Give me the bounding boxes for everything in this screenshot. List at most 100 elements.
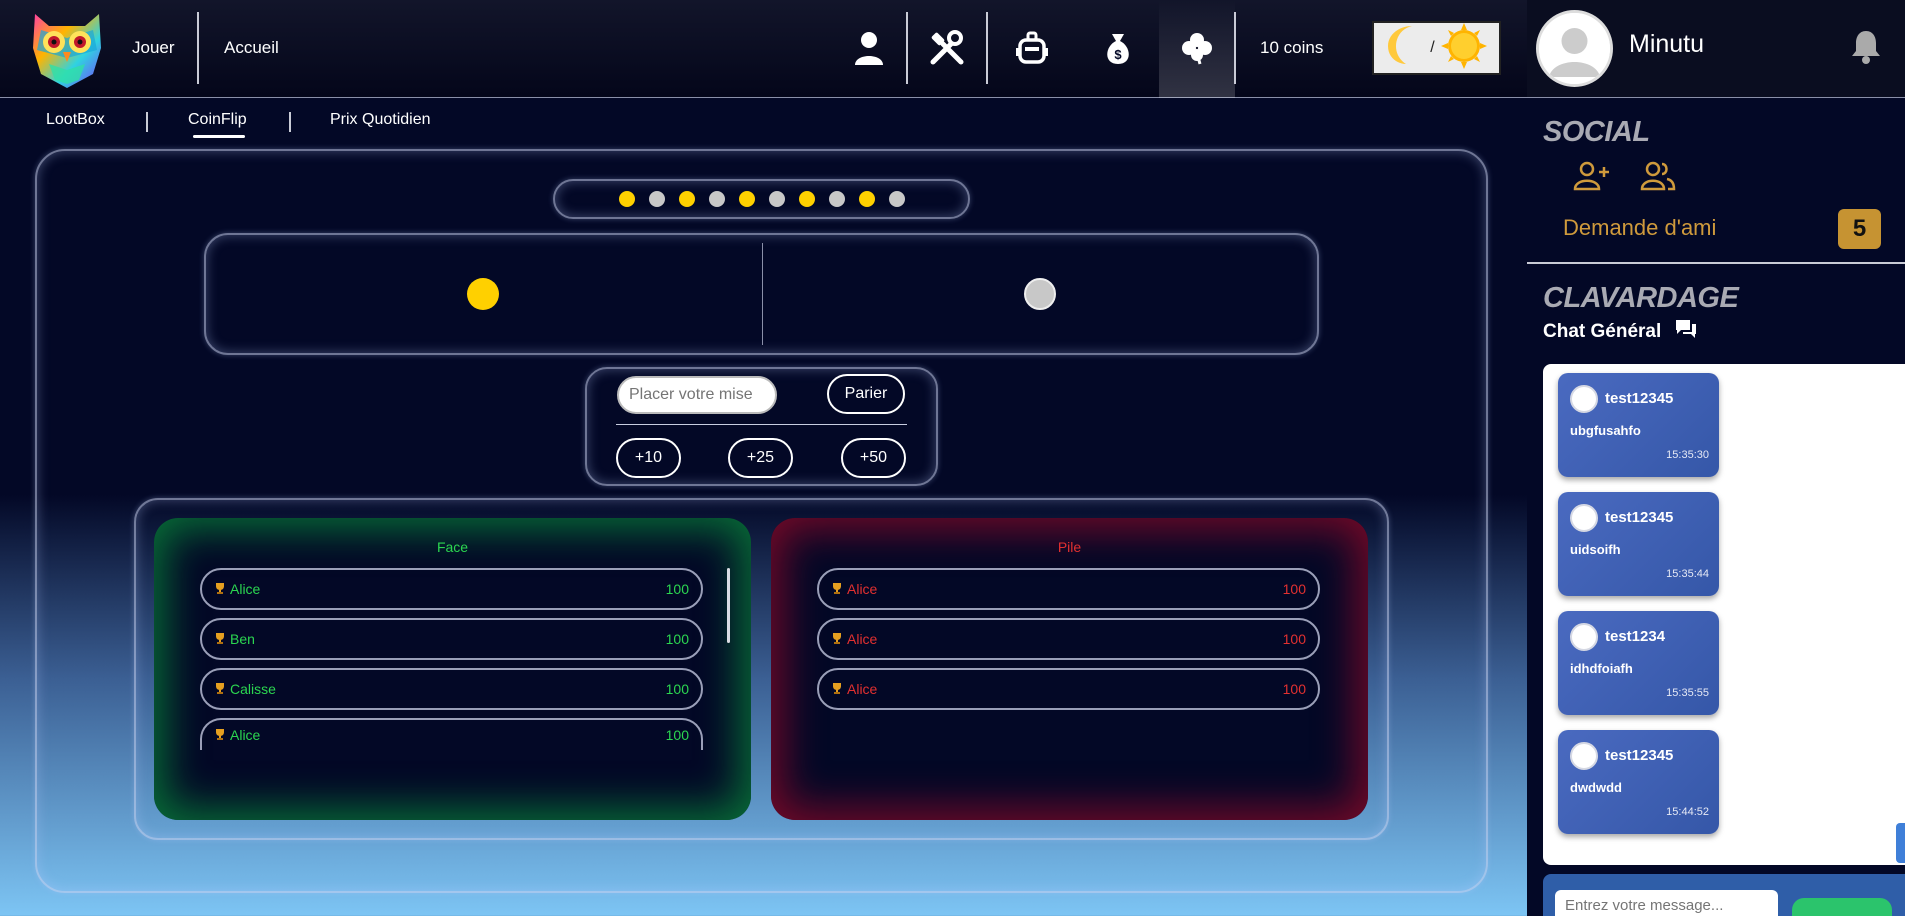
chat-scrollbar[interactable]: [1896, 823, 1905, 863]
coin-balance: 10 coins: [1260, 38, 1324, 57]
trophy-icon: [831, 681, 843, 697]
silver-history-dot: [888, 191, 905, 207]
gold-coin-icon[interactable]: [467, 278, 499, 310]
money-bag-icon[interactable]: $: [1098, 28, 1138, 68]
bet-player-name: Alice: [847, 631, 878, 647]
message-avatar: [1570, 504, 1598, 532]
chat-channel-name: Chat Général: [1543, 321, 1662, 342]
trophy-icon: [214, 727, 226, 743]
message-timestamp: 15:35:30: [1666, 449, 1709, 461]
chat-message: test1234 idhdfoiafh 15:35:55: [1558, 611, 1719, 715]
trophy-icon: [831, 631, 843, 647]
bet-amount: 100: [665, 681, 689, 697]
pile-bet-row: Alice 100: [817, 668, 1320, 710]
tools-icon[interactable]: [927, 28, 967, 68]
add-friend-icon[interactable]: [1573, 161, 1611, 196]
robot-icon[interactable]: [1012, 28, 1052, 68]
friends-icon[interactable]: [1640, 161, 1676, 196]
nav-divider: [197, 12, 199, 84]
bet-amount: 100: [665, 631, 689, 647]
nav-jouer[interactable]: Jouer: [132, 38, 175, 58]
coin-divider: [762, 243, 763, 345]
chat-message: test12345 uidsoifh 15:35:44: [1558, 492, 1719, 596]
message-timestamp: 15:35:55: [1666, 687, 1709, 699]
chat-send-button[interactable]: [1792, 898, 1892, 916]
subnav-prix-quotidien[interactable]: Prix Quotidien: [330, 111, 431, 129]
message-avatar: [1570, 385, 1598, 413]
message-username: test1234: [1605, 628, 1666, 645]
nav-accueil[interactable]: Accueil: [224, 38, 279, 58]
social-title: SOCIAL: [1543, 116, 1650, 148]
bet-player: Alice: [831, 581, 1283, 597]
chat-bubbles-icon[interactable]: [1674, 318, 1698, 345]
message-text: uidsoifh: [1570, 542, 1621, 557]
chat-message-input[interactable]: [1555, 890, 1778, 916]
face-scrollbar[interactable]: [727, 568, 730, 643]
pile-title: Pile: [1057, 539, 1082, 555]
message-username: test12345: [1605, 747, 1674, 764]
bet-player-name: Alice: [847, 681, 878, 697]
bet-player-name: Alice: [230, 581, 261, 597]
nav-divider: [906, 12, 908, 84]
message-text: dwdwdd: [1570, 780, 1622, 795]
add-10-button[interactable]: +10: [616, 438, 681, 478]
profile-icon[interactable]: [849, 28, 889, 68]
bet-amount: 100: [665, 727, 689, 743]
clover-icon[interactable]: [1177, 28, 1217, 68]
message-text: idhdfoiafh: [1570, 661, 1633, 676]
profile-header: Minutu: [1527, 0, 1905, 98]
bell-icon[interactable]: [1850, 28, 1882, 69]
friend-request-label[interactable]: Demande d'ami: [1563, 215, 1716, 241]
pile-bet-row: Alice 100: [817, 618, 1320, 660]
message-text: ubgfusahfo: [1570, 423, 1641, 438]
friend-request-count-badge: 5: [1838, 209, 1881, 249]
theme-separator: /: [1430, 39, 1435, 56]
bet-player-name: Alice: [230, 727, 261, 743]
face-title: Face: [436, 539, 469, 555]
bet-player-name: Calisse: [230, 681, 276, 697]
sun-icon: [1440, 22, 1487, 74]
message-timestamp: 15:44:52: [1666, 806, 1709, 818]
subnav-lootbox[interactable]: LootBox: [46, 111, 105, 129]
bet-player-name: Alice: [847, 581, 878, 597]
bet-amount: 100: [665, 581, 689, 597]
profile-username: Minutu: [1629, 30, 1705, 58]
chat-message: test12345 dwdwdd 15:44:52: [1558, 730, 1719, 834]
bet-player-name: Ben: [230, 631, 255, 647]
gold-history-dot: [618, 191, 635, 207]
chat-title: CLAVARDAGE: [1543, 282, 1739, 314]
chat-message: test12345 ubgfusahfo 15:35:30: [1558, 373, 1719, 477]
svg-text:$: $: [1114, 47, 1122, 62]
active-subnav-indicator: [193, 135, 245, 138]
theme-toggle[interactable]: /: [1372, 21, 1501, 75]
trophy-icon: [214, 681, 226, 697]
face-bet-row: Alice 100: [200, 718, 703, 750]
bet-player: Ben: [214, 631, 666, 647]
parier-button[interactable]: Parier: [827, 374, 905, 414]
silver-history-dot: [828, 191, 845, 207]
owl-logo[interactable]: [27, 8, 107, 90]
bet-divider: [616, 424, 907, 425]
add-50-button[interactable]: +50: [841, 438, 906, 478]
nav-divider: [1234, 12, 1236, 84]
bet-player: Alice: [214, 581, 666, 597]
top-nav-bar: Jouer Accueil $ 10 coins /: [0, 0, 1527, 98]
gold-history-dot: [858, 191, 875, 207]
message-username: test12345: [1605, 390, 1674, 407]
bet-player: Alice: [214, 727, 666, 743]
silver-history-dot: [708, 191, 725, 207]
face-bet-row: Calisse 100: [200, 668, 703, 710]
message-username: test12345: [1605, 509, 1674, 526]
face-bet-row: Ben 100: [200, 618, 703, 660]
add-25-button[interactable]: +25: [728, 438, 793, 478]
subnav-divider: [289, 112, 291, 132]
message-timestamp: 15:35:44: [1666, 568, 1709, 580]
bet-amount-input[interactable]: [617, 376, 777, 414]
trophy-icon: [214, 631, 226, 647]
trophy-icon: [214, 581, 226, 597]
face-bet-row: Alice 100: [200, 568, 703, 610]
silver-coin-icon[interactable]: [1024, 278, 1056, 310]
avatar[interactable]: [1536, 10, 1613, 87]
subnav-coinflip[interactable]: CoinFlip: [188, 111, 247, 129]
message-avatar: [1570, 623, 1598, 651]
